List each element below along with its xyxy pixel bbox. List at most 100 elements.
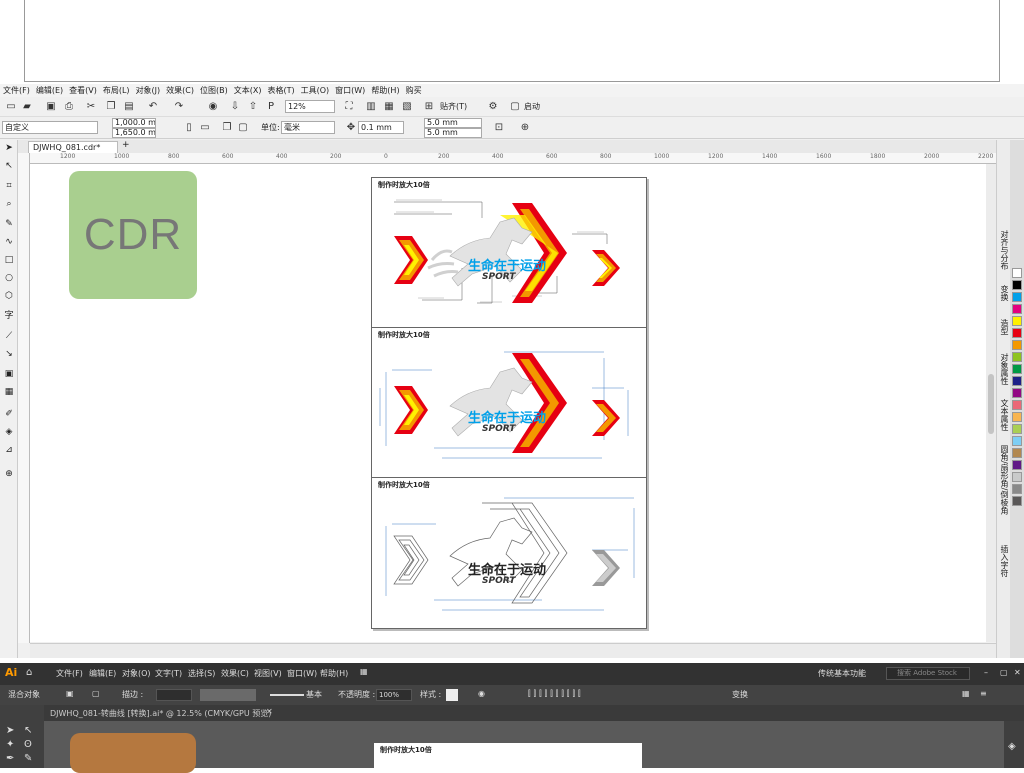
current-page-icon[interactable]: ▢ [236, 121, 250, 135]
cut-icon[interactable]: ✂ [84, 100, 98, 114]
horizontal-ruler[interactable]: 1200 1000 800 600 400 200 0 200 400 600 800 1000 120… [30, 153, 996, 164]
cdr-drawing-canvas[interactable]: CDR 制作时放大10倍 生命在于运动 SPORT 制作时放大10倍 生命在于运… [30, 164, 996, 642]
fill-swatch[interactable]: ▣ [66, 689, 74, 698]
palette-swatch[interactable] [1012, 304, 1022, 314]
docker-tab[interactable]: 插入字符 [998, 545, 1010, 577]
ai-menu-item[interactable]: 视图(V) [254, 668, 282, 679]
page-width-field[interactable]: 1,000.0 mm [112, 118, 156, 128]
docker-tab[interactable]: 变换 [998, 285, 1010, 301]
add-icon[interactable]: ⊕ [518, 121, 532, 135]
cdr-menu-item[interactable]: 查看(V) [69, 85, 97, 96]
palette-swatch[interactable] [1012, 280, 1022, 290]
guidelines-icon[interactable]: ▧ [400, 100, 414, 114]
palette-swatch[interactable] [1012, 448, 1022, 458]
palette-swatch[interactable] [1012, 484, 1022, 494]
smart-fill-icon[interactable]: ⊿ [3, 444, 15, 456]
ai-menu-item[interactable]: 帮助(H) [320, 668, 348, 679]
docker-tab[interactable]: 文本属性 [998, 399, 1010, 431]
cdr-menu-item[interactable]: 工具(O) [301, 85, 330, 96]
selection-tool-icon[interactable]: ➤ [6, 725, 14, 736]
add-tool-icon[interactable]: ⊕ [3, 468, 15, 480]
treat-as-filled-icon[interactable]: ⊡ [492, 121, 506, 135]
brush-definition[interactable]: 基本 [306, 689, 322, 700]
palette-swatch[interactable] [1012, 460, 1022, 470]
cdr-menu-item[interactable]: 布局(L) [103, 85, 130, 96]
cdr-menu-item[interactable]: 编辑(E) [36, 85, 63, 96]
magic-wand-icon[interactable]: ✦ [6, 739, 14, 750]
docker-tab[interactable]: 圆角/扇形角/倒棱角 [998, 445, 1010, 514]
docker-tab[interactable]: 对齐与分布 [998, 230, 1010, 270]
palette-swatch[interactable] [1012, 388, 1022, 398]
curvature-tool-icon[interactable]: ✎ [24, 753, 32, 764]
scroll-thumb[interactable] [988, 374, 994, 434]
zoom-tool-icon[interactable]: ⌕ [3, 198, 15, 210]
ellipse-tool-icon[interactable]: ○ [3, 272, 15, 284]
home-icon[interactable]: ⌂ [26, 667, 32, 678]
redo-icon[interactable]: ↷ [172, 100, 186, 114]
palette-swatch[interactable] [1012, 364, 1022, 374]
shape-tool-icon[interactable]: ↖ [3, 160, 15, 172]
vertical-ruler[interactable] [18, 153, 30, 643]
palette-swatch[interactable] [1012, 412, 1022, 422]
cdr-menu-item[interactable]: 对象(J) [136, 85, 161, 96]
ai-artboard-area[interactable]: 制作时放大10倍 [44, 721, 1004, 773]
arrange-icon[interactable]: ▦ [360, 667, 368, 676]
ai-menu-item[interactable]: 文字(T) [155, 668, 182, 679]
new-document-icon[interactable]: ▭ [4, 100, 18, 114]
open-folder-icon[interactable]: ▰ [20, 100, 34, 114]
layers-icon[interactable]: ◈ [1008, 741, 1016, 752]
portrait-icon[interactable]: ▯ [182, 121, 196, 135]
docker-tab[interactable]: 造型 [998, 319, 1010, 335]
rulers-icon[interactable]: ▥ [364, 100, 378, 114]
ai-menu-item[interactable]: 编辑(E) [89, 668, 116, 679]
export-icon[interactable]: ⇧ [246, 100, 260, 114]
duplicate-x-field[interactable]: 5.0 mm [424, 118, 482, 128]
cdr-menu-item[interactable]: 文本(X) [234, 85, 262, 96]
isolate-icon[interactable]: ▦ [962, 689, 970, 698]
close-icon[interactable]: ✕ [1014, 668, 1021, 677]
freehand-tool-icon[interactable]: ✎ [3, 218, 15, 230]
palette-swatch[interactable] [1012, 268, 1022, 278]
page-height-field[interactable]: 1,650.0 mm [112, 128, 156, 138]
ai-doc-tab[interactable]: DJWHQ_081-转曲线 [转换].ai* @ 12.5% (CMYK/GPU… [50, 708, 271, 719]
graphic-style-swatch[interactable] [446, 689, 458, 701]
design-panel-outline[interactable]: 制作时放大10倍 生命在于运动 SPORT [372, 478, 646, 628]
drop-shadow-icon[interactable]: ▣ [3, 368, 15, 380]
duplicate-y-field[interactable]: 5.0 mm [424, 128, 482, 138]
parallel-dimension-icon[interactable]: ⟋ [3, 330, 15, 342]
palette-swatch[interactable] [1012, 436, 1022, 446]
palette-swatch[interactable] [1012, 424, 1022, 434]
new-tab-icon[interactable]: + [122, 140, 130, 150]
snap-icon[interactable]: ⊞ [422, 100, 436, 114]
palette-swatch[interactable] [1012, 376, 1022, 386]
transform-label[interactable]: 变换 [732, 689, 748, 700]
eyedropper-icon[interactable]: ✐ [3, 408, 15, 420]
ai-menu-item[interactable]: 文件(F) [56, 668, 83, 679]
save-icon[interactable]: ▣ [44, 100, 58, 114]
minimize-icon[interactable]: – [984, 668, 988, 677]
palette-swatch[interactable] [1012, 400, 1022, 410]
launcher-icon[interactable]: ▢ [508, 100, 522, 114]
options-gear-icon[interactable]: ⚙ [486, 100, 500, 114]
ai-menu-item[interactable]: 效果(C) [221, 668, 249, 679]
palette-swatch[interactable] [1012, 340, 1022, 350]
variable-width-profile[interactable] [200, 689, 256, 701]
grid-icon[interactable]: ▦ [382, 100, 396, 114]
cdr-menu-item[interactable]: 窗口(W) [335, 85, 365, 96]
design-panel-colored-annotated[interactable]: 制作时放大10倍 生命在于运动 SPORT [372, 178, 646, 328]
pick-tool-icon[interactable]: ➤ [3, 142, 15, 154]
palette-swatch[interactable] [1012, 316, 1022, 326]
palette-swatch[interactable] [1012, 292, 1022, 302]
page-size-select[interactable]: 自定义 [2, 121, 98, 134]
cdr-menu-item[interactable]: 表格(T) [267, 85, 294, 96]
pdf-icon[interactable]: P [264, 100, 278, 114]
artistic-media-icon[interactable]: ∿ [3, 236, 15, 248]
print-icon[interactable]: ⎙ [62, 100, 76, 114]
palette-swatch[interactable] [1012, 472, 1022, 482]
cdr-menu-item[interactable]: 文件(F) [3, 85, 30, 96]
horizontal-scrollbar[interactable] [30, 643, 996, 658]
copy-icon[interactable]: ❐ [104, 100, 118, 114]
cdr-menu-item[interactable]: 效果(C) [166, 85, 194, 96]
undo-icon[interactable]: ↶ [146, 100, 160, 114]
document-page[interactable]: 制作时放大10倍 生命在于运动 SPORT 制作时放大10倍 生命在于运动 SP… [371, 177, 647, 629]
